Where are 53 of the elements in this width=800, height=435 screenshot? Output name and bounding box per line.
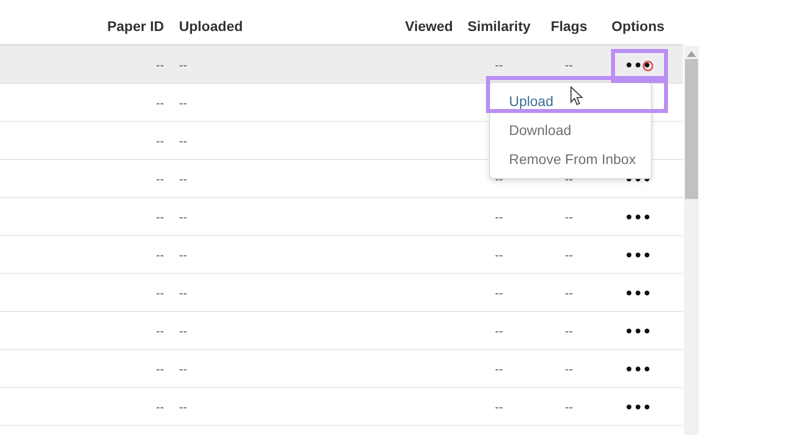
- more-icon[interactable]: [626, 404, 650, 410]
- table-cell-text: --: [155, 58, 164, 72]
- table-cell-text: --: [494, 58, 504, 72]
- table-cell-text: --: [178, 400, 188, 414]
- table-cell-text: --: [494, 324, 504, 338]
- more-icon[interactable]: [626, 252, 650, 258]
- column-header: Options: [610, 18, 666, 34]
- table-cell-text: --: [178, 134, 188, 148]
- more-icon[interactable]: [626, 366, 650, 372]
- table-cell-text: --: [564, 210, 574, 224]
- table-cell-text: --: [494, 172, 504, 186]
- table-cell-text: --: [494, 286, 504, 300]
- table-cell-text: --: [178, 172, 188, 186]
- column-header: Flags: [550, 18, 588, 34]
- more-icon[interactable]: [626, 62, 650, 68]
- table-cell-text: --: [564, 362, 574, 376]
- table-cell-text: --: [494, 248, 504, 262]
- table-cell-text: --: [178, 248, 188, 262]
- table-cell-text: --: [564, 324, 574, 338]
- table-cell-text: --: [494, 210, 504, 224]
- table-cell-text: --: [155, 96, 164, 110]
- table-cell-text: --: [494, 362, 504, 376]
- table-cell-text: --: [178, 362, 188, 376]
- table-cell-text: --: [564, 400, 574, 414]
- table-cell-text: --: [155, 210, 164, 224]
- table-cell-text: --: [564, 172, 574, 186]
- table-cell-text: --: [494, 400, 504, 414]
- table-cell-text: --: [155, 362, 164, 376]
- column-header: Viewed: [404, 18, 453, 34]
- table-cell-text: --: [178, 210, 188, 224]
- table-cell-text: --: [178, 286, 188, 300]
- click-indicator-icon: [642, 60, 654, 72]
- more-icon[interactable]: [626, 328, 650, 334]
- more-icon[interactable]: [626, 214, 650, 220]
- table-cell-text: --: [155, 286, 164, 300]
- table-cell-text: --: [564, 58, 574, 72]
- column-header: Paper ID: [106, 18, 164, 34]
- table-cell-text: --: [155, 248, 164, 262]
- table-cell-text: --: [178, 324, 188, 338]
- table-cell-text: --: [178, 96, 188, 110]
- table-row[interactable]: -- -- -- --: [0, 46, 683, 84]
- column-header: Similarity: [466, 18, 532, 34]
- table-cell-text: --: [564, 286, 574, 300]
- table-cell-text: --: [564, 248, 574, 262]
- table-cell-text: --: [178, 58, 188, 72]
- pointer-icon: [570, 86, 584, 106]
- scrollbar[interactable]: [684, 46, 699, 435]
- table-cell-text: --: [155, 134, 164, 148]
- table-cell-text: --: [155, 400, 164, 414]
- more-icon[interactable]: [626, 290, 650, 296]
- table-cell-text: --: [155, 172, 164, 186]
- table-cell-text: --: [155, 324, 164, 338]
- column-header: Uploaded: [178, 18, 244, 34]
